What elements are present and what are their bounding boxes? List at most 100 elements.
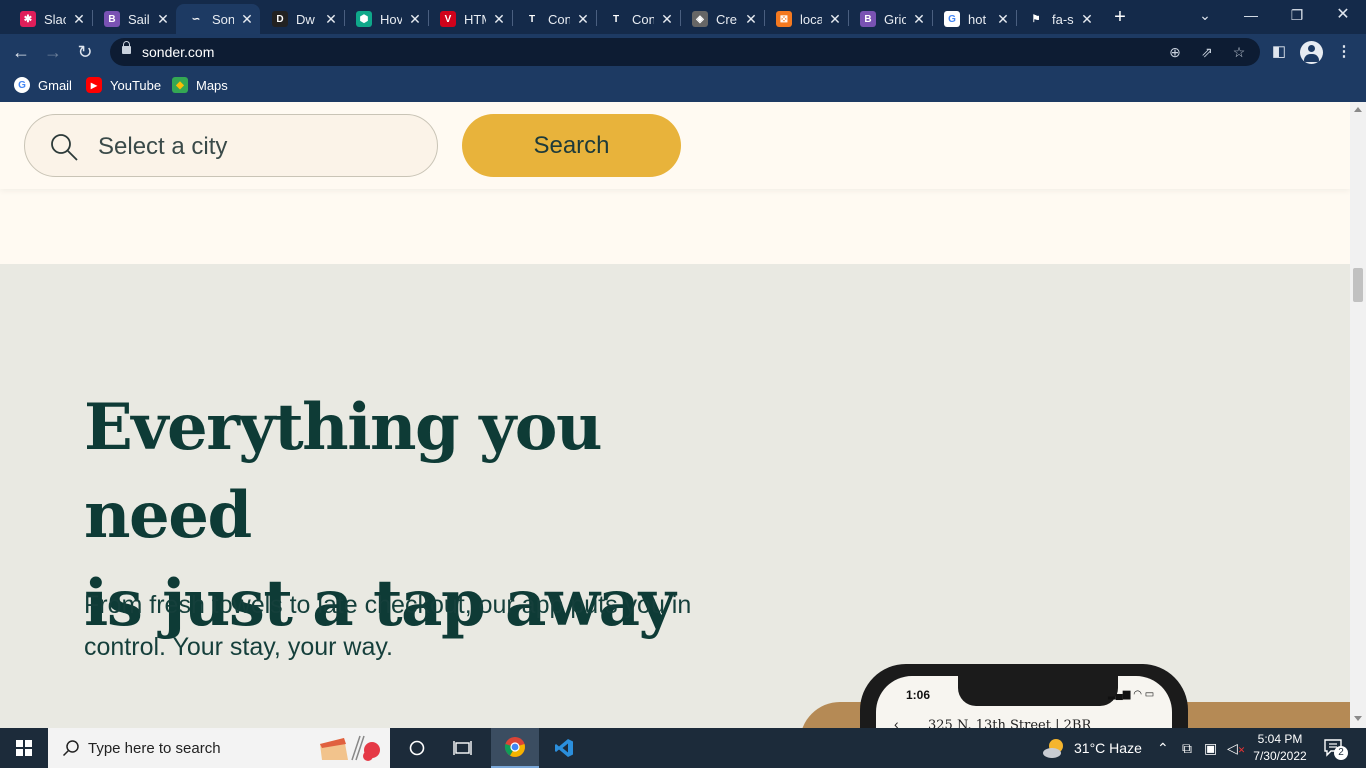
phone-back-icon: ‹ [894, 716, 899, 728]
restore-button[interactable]: ❐ [1286, 4, 1308, 26]
zoom-icon[interactable]: ⊕ [1166, 43, 1184, 61]
tab-favicon-icon: ∽ [188, 11, 204, 27]
tab-close-icon[interactable]: ✕ [492, 11, 506, 28]
tab-favicon-icon: G [944, 11, 960, 27]
tab-close-icon[interactable]: ✕ [408, 11, 422, 28]
tab-close-icon[interactable]: ✕ [828, 11, 842, 28]
tab-title: HTM [464, 11, 486, 27]
windows-start-icon[interactable] [16, 740, 32, 756]
tab-search-icon[interactable]: ⌄ [1194, 4, 1216, 26]
tab-favicon-icon: ⊠ [776, 11, 792, 27]
url-text[interactable]: sonder.com [142, 44, 214, 60]
forward-button[interactable]: → [42, 41, 64, 63]
search-button[interactable]: Search [462, 114, 681, 177]
tray-chevron-icon[interactable]: ⌃ [1157, 740, 1169, 757]
tab-title: Hov [380, 11, 402, 27]
scroll-thumb[interactable] [1353, 268, 1363, 302]
phone-status-icons: ▂▄▆ ◠ ▭ [1108, 689, 1155, 700]
phone-mockup: 1:06 ▂▄▆ ◠ ▭ ‹ 325 N. 13th Street | 2BR [860, 664, 1188, 728]
vscode-taskbar-icon[interactable] [541, 728, 587, 768]
tab-favicon-icon: T [524, 11, 540, 27]
weather-text[interactable]: 31°C Haze [1074, 740, 1142, 756]
google-icon: G [14, 77, 30, 93]
tab-close-icon[interactable]: ✕ [996, 11, 1010, 28]
tab-close-icon[interactable]: ✕ [324, 11, 338, 28]
clock-date: 7/30/2022 [1253, 749, 1307, 763]
phone-time: 1:06 [906, 688, 931, 702]
tab-close-icon[interactable]: ✕ [1080, 11, 1094, 28]
tab-close-icon[interactable]: ✕ [744, 11, 758, 28]
tab-title: Cre [716, 11, 737, 27]
city-placeholder: Select a city [98, 133, 228, 160]
bookmark-youtube[interactable]: ▶ YouTube [86, 77, 161, 93]
task-view-icon[interactable] [440, 728, 486, 768]
bookmark-star-icon[interactable]: ☆ [1230, 43, 1248, 61]
taskbar-clock[interactable]: 5:04 PM 7/30/2022 [1250, 731, 1310, 765]
reload-button[interactable]: ↻ [74, 41, 96, 63]
browser-toolbar: ← → ↻ sonder.com ⊕ ⇗ ☆ ◧ ⋮ [0, 34, 1366, 70]
tab-title: fa-s [1052, 11, 1074, 27]
tab-close-icon[interactable]: ✕ [156, 11, 170, 28]
scroll-down-icon[interactable] [1354, 716, 1362, 721]
back-button[interactable]: ← [10, 41, 32, 63]
scroll-up-icon[interactable] [1354, 107, 1362, 112]
search-icon [51, 134, 78, 161]
tab-favicon-icon: B [104, 11, 120, 27]
sticky-search-bar: Select a city Search [0, 102, 1350, 189]
browser-tab[interactable]: Ghot ✕ [932, 4, 1016, 34]
browser-tab[interactable]: ✱ Slac ✕ [8, 4, 92, 34]
tab-title: loca [800, 11, 822, 27]
browser-tab[interactable]: T Con ✕ [512, 4, 596, 34]
city-select-input[interactable]: Select a city [24, 114, 438, 177]
browser-tab[interactable]: ◈ Cre ✕ [680, 4, 764, 34]
clock-time: 5:04 PM [1257, 732, 1303, 746]
phone-address: 325 N. 13th Street | 2BR [928, 718, 1092, 728]
headline-line-1: Everything you need [84, 390, 602, 553]
menu-icon[interactable]: ⋮ [1333, 41, 1355, 63]
address-bar[interactable]: sonder.com ⊕ ⇗ ☆ [110, 38, 1260, 66]
page-scrollbar[interactable] [1350, 102, 1366, 728]
browser-tab[interactable]: T Con ✕ [596, 4, 680, 34]
tab-favicon-icon: V [440, 11, 456, 27]
browser-tab[interactable]: ⊠ loca ✕ [764, 4, 848, 34]
bookmark-gmail[interactable]: G Gmail [14, 77, 72, 93]
close-window-button[interactable]: ✕ [1332, 4, 1354, 26]
meet-now-icon[interactable]: ⧉ [1182, 740, 1192, 757]
chrome-taskbar-icon[interactable] [491, 728, 539, 768]
bookmark-maps[interactable]: ◆ Maps [172, 77, 228, 93]
share-icon[interactable]: ⇗ [1198, 43, 1216, 61]
tab-close-icon[interactable]: ✕ [240, 11, 254, 28]
profile-avatar[interactable] [1300, 41, 1323, 64]
phone-screen: 1:06 ▂▄▆ ◠ ▭ ‹ 325 N. 13th Street | 2BR [876, 676, 1172, 728]
browser-tab[interactable]: ∽ Son ✕ [176, 4, 260, 34]
tab-close-icon[interactable]: ✕ [660, 11, 674, 28]
windows-taskbar: Type here to search 31°C Haze ⌃ ⧉ ▣ ◁✕ 5… [0, 728, 1366, 768]
cortana-icon[interactable] [394, 728, 440, 768]
search-highlight-icon [320, 735, 380, 761]
tab-close-icon[interactable]: ✕ [576, 11, 590, 28]
tab-favicon-icon: ⬢ [356, 11, 372, 27]
taskbar-search-box[interactable]: Type here to search [48, 728, 390, 768]
browser-tab[interactable]: D Dw ✕ [260, 4, 344, 34]
browser-tab[interactable]: V HTM ✕ [428, 4, 512, 34]
tab-close-icon[interactable]: ✕ [72, 11, 86, 28]
youtube-icon: ▶ [86, 77, 102, 93]
minimize-button[interactable]: — [1240, 4, 1262, 26]
browser-tab[interactable]: ⬢ Hov ✕ [344, 4, 428, 34]
browser-tab[interactable]: ⚑ fa-s ✕ [1016, 4, 1100, 34]
tab-favicon-icon: ⚑ [1028, 11, 1044, 27]
browser-tab[interactable]: B Sail ✕ [92, 4, 176, 34]
new-tab-button[interactable]: + [1110, 7, 1130, 27]
volume-muted-icon[interactable]: ◁✕ [1227, 740, 1245, 757]
tab-favicon-icon: ◈ [692, 11, 708, 27]
bookmark-label: YouTube [110, 77, 162, 93]
tab-favicon-icon: T [608, 11, 624, 27]
side-panel-icon[interactable]: ◧ [1268, 41, 1290, 63]
maps-icon: ◆ [172, 77, 188, 93]
weather-icon[interactable] [1042, 737, 1066, 759]
bookmarks-bar: G Gmail ▶ YouTube ◆ Maps [0, 70, 1366, 102]
taskbar-search-icon [62, 740, 79, 757]
network-icon[interactable]: ▣ [1204, 740, 1217, 757]
browser-tab[interactable]: B Gric ✕ [848, 4, 932, 34]
tab-close-icon[interactable]: ✕ [912, 11, 926, 28]
